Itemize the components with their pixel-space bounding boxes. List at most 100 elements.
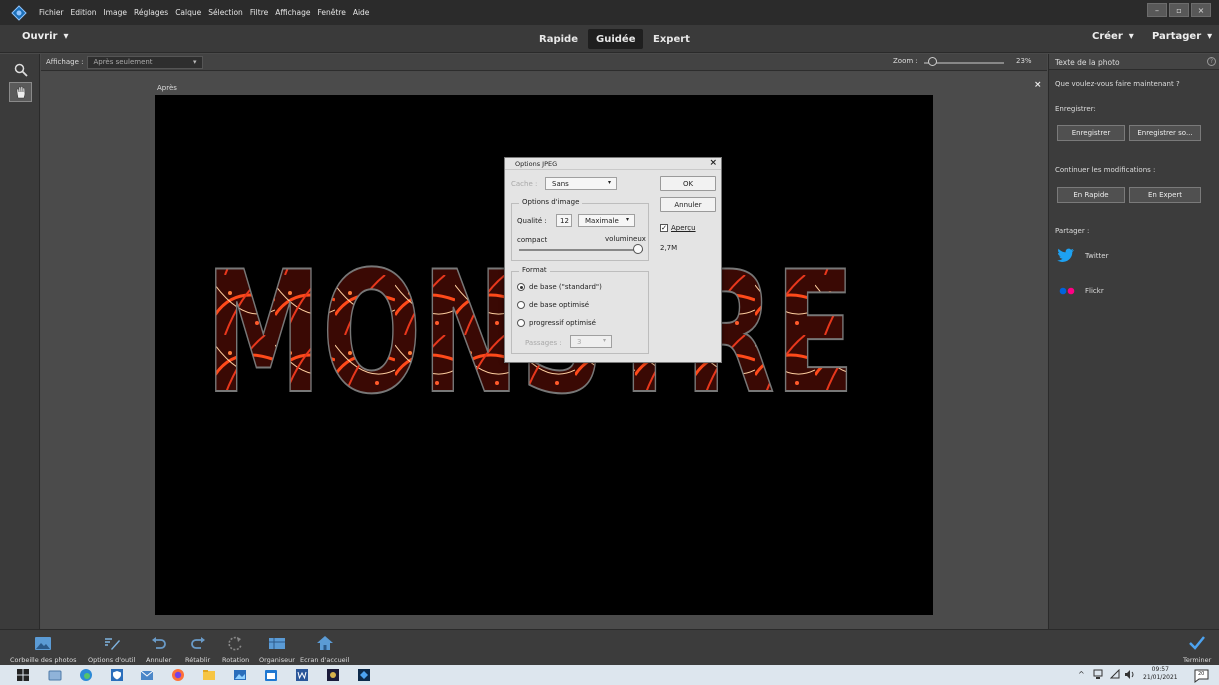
redo-button[interactable]: Rétablir (185, 634, 210, 664)
security-shield-icon[interactable] (110, 668, 124, 682)
mail-icon[interactable] (140, 668, 154, 682)
redo-label: Rétablir (185, 656, 211, 664)
menu-reglages[interactable]: Réglages (134, 8, 168, 17)
quality-preset-select[interactable]: Maximale ▾ (578, 214, 635, 227)
save-as-button[interactable]: Enregistrer so... (1129, 125, 1201, 141)
menu-fenetre[interactable]: Fenêtre (317, 8, 345, 17)
tab-rapide[interactable]: Rapide (531, 29, 586, 49)
tray-chevron-up-icon[interactable]: ^ (1078, 670, 1085, 679)
jpeg-options-dialog: Options JPEG × Cache : Sans ▾ OK Annuler… (504, 157, 722, 363)
rotation-label: Rotation (222, 656, 250, 664)
minimize-button[interactable]: – (1147, 3, 1167, 17)
save-button[interactable]: Enregistrer (1057, 125, 1125, 141)
options-bar: Affichage : Après seulement ▾ Zoom : 23% (41, 54, 1047, 71)
file-size-value: 2,7M (660, 244, 678, 252)
chevron-down-icon: ▾ (192, 57, 197, 66)
photo-bin-button[interactable]: Corbeille des photos (10, 634, 77, 664)
task-view-icon[interactable] (48, 668, 62, 682)
menu-edition[interactable]: Edition (71, 8, 97, 17)
dialog-title-bar[interactable]: Options JPEG × (505, 158, 721, 170)
app-logo-icon[interactable] (8, 4, 30, 22)
photo-bin-label: Corbeille des photos (10, 656, 77, 664)
preview-checkbox[interactable]: ✓ (660, 224, 668, 232)
menu-filtre[interactable]: Filtre (250, 8, 268, 17)
photoshop-elements-editor-icon[interactable] (357, 668, 371, 682)
tool-options-icon (102, 634, 122, 652)
dialog-close-icon[interactable]: × (709, 158, 717, 168)
share-twitter[interactable]: Twitter (1057, 248, 1108, 263)
menu-affichage[interactable]: Affichage (275, 8, 310, 17)
quality-slider-thumb[interactable] (633, 244, 643, 254)
close-window-button[interactable]: × (1191, 3, 1211, 17)
file-explorer-icon[interactable] (202, 668, 216, 682)
share-flickr[interactable]: Flickr (1059, 287, 1104, 295)
zoom-tool[interactable] (9, 60, 32, 80)
cache-value: Sans (552, 179, 569, 188)
chevron-down-icon: ▾ (63, 31, 69, 42)
undo-button[interactable]: Annuler (146, 634, 171, 664)
home-screen-button[interactable]: Ecran d'accueil (300, 634, 349, 664)
tab-guidee[interactable]: Guidée (588, 29, 644, 49)
firefox-icon[interactable] (171, 668, 185, 682)
passes-select[interactable]: 3 ▾ (570, 335, 612, 348)
share-button[interactable]: Partager ▾ (1152, 31, 1212, 42)
menu-image[interactable]: Image (103, 8, 127, 17)
tray-volume-icon[interactable] (1124, 669, 1136, 680)
close-view-icon[interactable]: × (1034, 80, 1042, 90)
help-icon[interactable]: ? (1207, 57, 1216, 66)
format-radio-standard[interactable] (517, 283, 525, 291)
share-label: Partager (1152, 31, 1202, 42)
quality-slider[interactable] (519, 249, 643, 251)
save-heading: Enregistrer: (1055, 105, 1096, 113)
taskbar-clock[interactable]: 09:57 21/01/2021 (1143, 666, 1178, 682)
rotation-button[interactable]: Rotation (222, 634, 249, 664)
menu-selection[interactable]: Sélection (208, 8, 243, 17)
cache-select[interactable]: Sans ▾ (545, 177, 617, 190)
menu-aide[interactable]: Aide (353, 8, 370, 17)
organizer-button[interactable]: Organiseur (259, 634, 295, 664)
chevron-down-icon: ▾ (1207, 31, 1213, 42)
chevron-down-icon: ▾ (625, 216, 629, 223)
tool-options-button[interactable]: Options d'outil (88, 634, 135, 664)
view-select-value: Après seulement (93, 58, 153, 66)
zoom-value: 23% (1016, 57, 1032, 65)
restore-button[interactable]: ▫ (1169, 3, 1189, 17)
tray-wifi-icon[interactable] (1110, 669, 1120, 680)
photoshop-elements-taskbar-icon[interactable] (326, 668, 340, 682)
passes-label: Passages : (525, 339, 562, 347)
calendar-icon[interactable] (264, 668, 278, 682)
photos-icon[interactable] (233, 668, 247, 682)
tab-expert[interactable]: Expert (645, 29, 698, 49)
mode-bar: Ouvrir ▾ Rapide Guidée Expert Créer ▾ Pa… (0, 25, 1219, 53)
format-radio-optimized[interactable] (517, 301, 525, 309)
quick-mode-button[interactable]: En Rapide (1057, 187, 1125, 203)
word-icon[interactable] (295, 668, 309, 682)
menu-calque[interactable]: Calque (175, 8, 201, 17)
organizer-label: Organiseur (259, 656, 295, 664)
tool-panel (0, 54, 40, 629)
create-button[interactable]: Créer ▾ (1092, 31, 1134, 42)
zoom-slider-thumb[interactable] (927, 57, 937, 66)
quality-preset-value: Maximale (585, 216, 619, 225)
menu-fichier[interactable]: Fichier (39, 8, 64, 17)
cancel-button[interactable]: Annuler (660, 197, 716, 212)
view-select[interactable]: Après seulement ▾ (87, 55, 204, 69)
ok-button[interactable]: OK (660, 176, 716, 191)
open-button[interactable]: Ouvrir ▾ (22, 31, 68, 42)
edge-browser-icon[interactable] (79, 668, 93, 682)
notification-center[interactable]: 20 (1194, 668, 1210, 683)
window-controls: – ▫ × (1147, 3, 1211, 17)
rotate-icon (226, 634, 246, 652)
quality-label: Qualité : (517, 217, 547, 225)
expert-mode-button[interactable]: En Expert (1129, 187, 1201, 203)
quality-input[interactable]: 12 (556, 214, 572, 227)
format-radio-progressive[interactable] (517, 319, 525, 327)
format-title: Format (519, 266, 550, 274)
twitter-label: Twitter (1085, 251, 1109, 260)
tray-network-icon[interactable] (1093, 669, 1103, 680)
windows-start-icon[interactable] (16, 668, 30, 682)
finish-button[interactable]: Terminer (1183, 634, 1211, 664)
hand-tool[interactable] (9, 82, 32, 102)
right-panel: Texte de la photo ? Que voulez-vous fair… (1048, 54, 1219, 629)
chevron-down-icon: ▾ (607, 179, 611, 186)
